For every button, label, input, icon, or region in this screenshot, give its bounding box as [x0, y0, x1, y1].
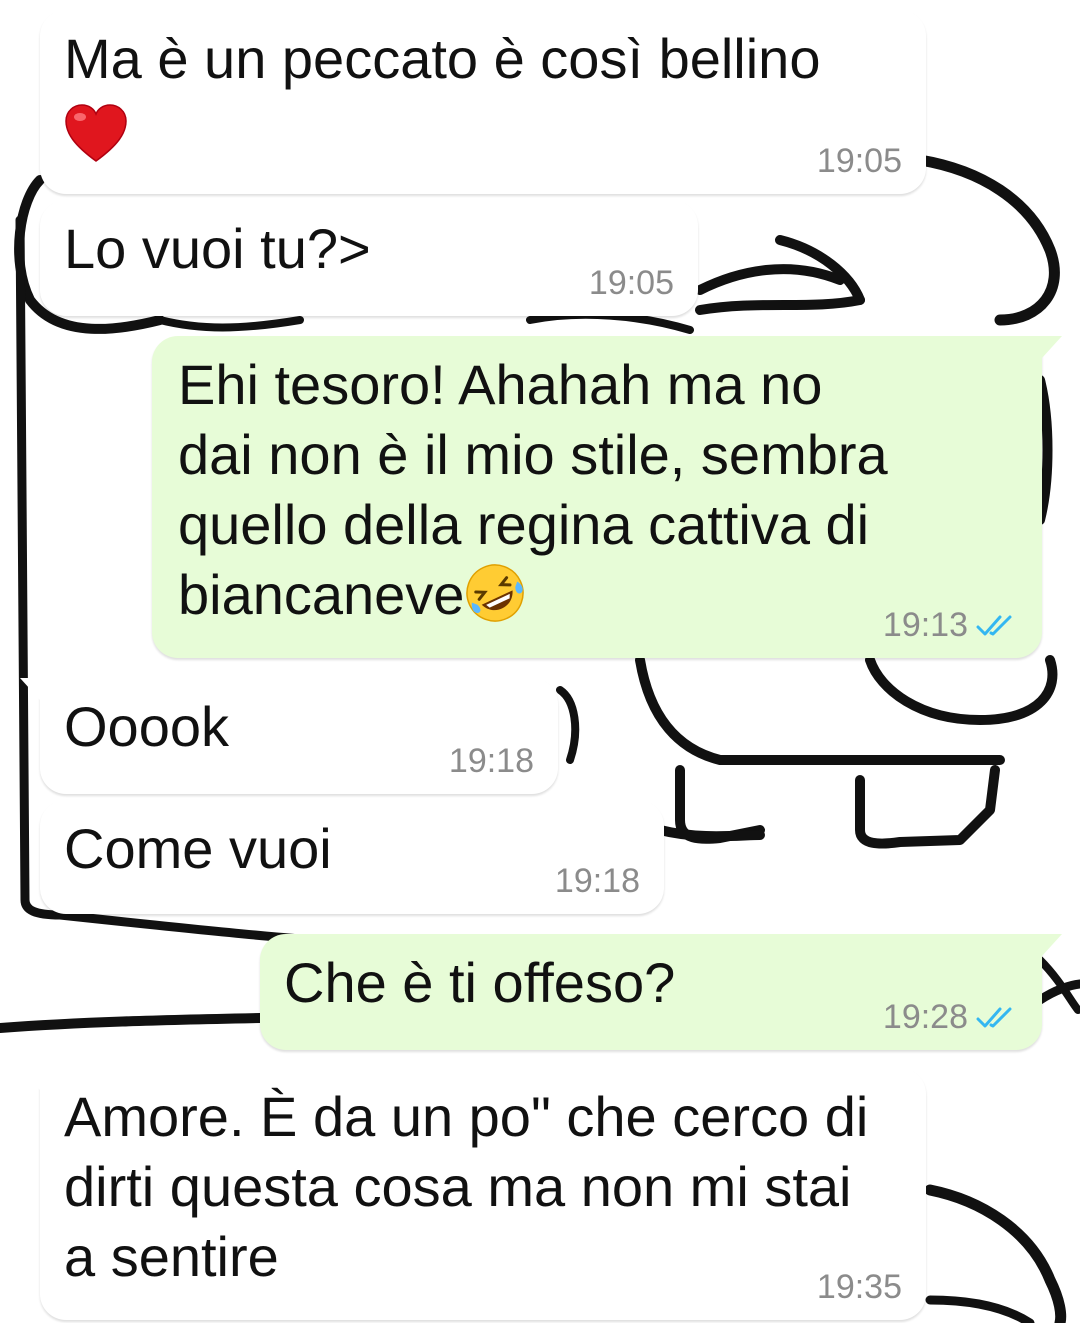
- message-text: Lo vuoi tu?>: [64, 217, 371, 280]
- message-meta: 19:35: [817, 1268, 902, 1306]
- message-time: 19:28: [882, 998, 968, 1036]
- message-meta: 19:13: [883, 606, 1018, 644]
- message-meta: 19:18: [449, 742, 534, 780]
- message-meta: 19:28: [883, 998, 1018, 1036]
- message-time: 19:05: [588, 264, 674, 302]
- message-time: 19:18: [448, 742, 534, 780]
- message-text: Amore. È da un po" che cerco di dirti qu…: [64, 1085, 869, 1288]
- read-receipt-icon: [976, 615, 1012, 636]
- bubble-tail: [1042, 336, 1062, 358]
- message-time: 19:18: [554, 862, 640, 900]
- message-bubble-incoming[interactable]: Ooook 19:18: [20, 678, 558, 794]
- message-bubble-outgoing[interactable]: Che è ti offeso? 19:28: [260, 934, 1062, 1050]
- message-bubble-incoming[interactable]: Come vuoi 19:18: [40, 800, 664, 914]
- bubble-tail: [20, 1068, 40, 1090]
- message-bubble-incoming[interactable]: Amore. È da un po" che cerco di dirti qu…: [20, 1068, 926, 1320]
- bubble-tail: [20, 678, 40, 700]
- message-meta: 19:18: [555, 862, 640, 900]
- bubble-tail: [1042, 934, 1062, 956]
- message-time: 19:05: [816, 142, 902, 180]
- message-time: 19:35: [816, 1268, 902, 1306]
- message-bubble-incoming[interactable]: Lo vuoi tu?> 19:05: [40, 200, 698, 316]
- message-text: Come vuoi: [64, 817, 332, 880]
- message-text-body: Ehi tesoro! Ahahah ma no dai non è il mi…: [178, 353, 888, 626]
- red-heart-icon: [65, 104, 127, 163]
- message-meta: 19:05: [589, 264, 674, 302]
- message-meta: 19:05: [817, 142, 902, 180]
- read-receipt-icon: [976, 1007, 1012, 1028]
- message-text: Ma è un peccato è così bellino: [64, 27, 821, 90]
- message-text: Ehi tesoro! Ahahah ma no dai non è il mi…: [178, 350, 1018, 630]
- message-time: 19:13: [882, 606, 968, 644]
- message-bubble-outgoing[interactable]: Ehi tesoro! Ahahah ma no dai non è il mi…: [152, 336, 1062, 658]
- message-bubble-incoming[interactable]: Ma è un peccato è così bellino 19:05: [40, 10, 926, 194]
- rolling-laughing-emoji-icon: [466, 564, 525, 622]
